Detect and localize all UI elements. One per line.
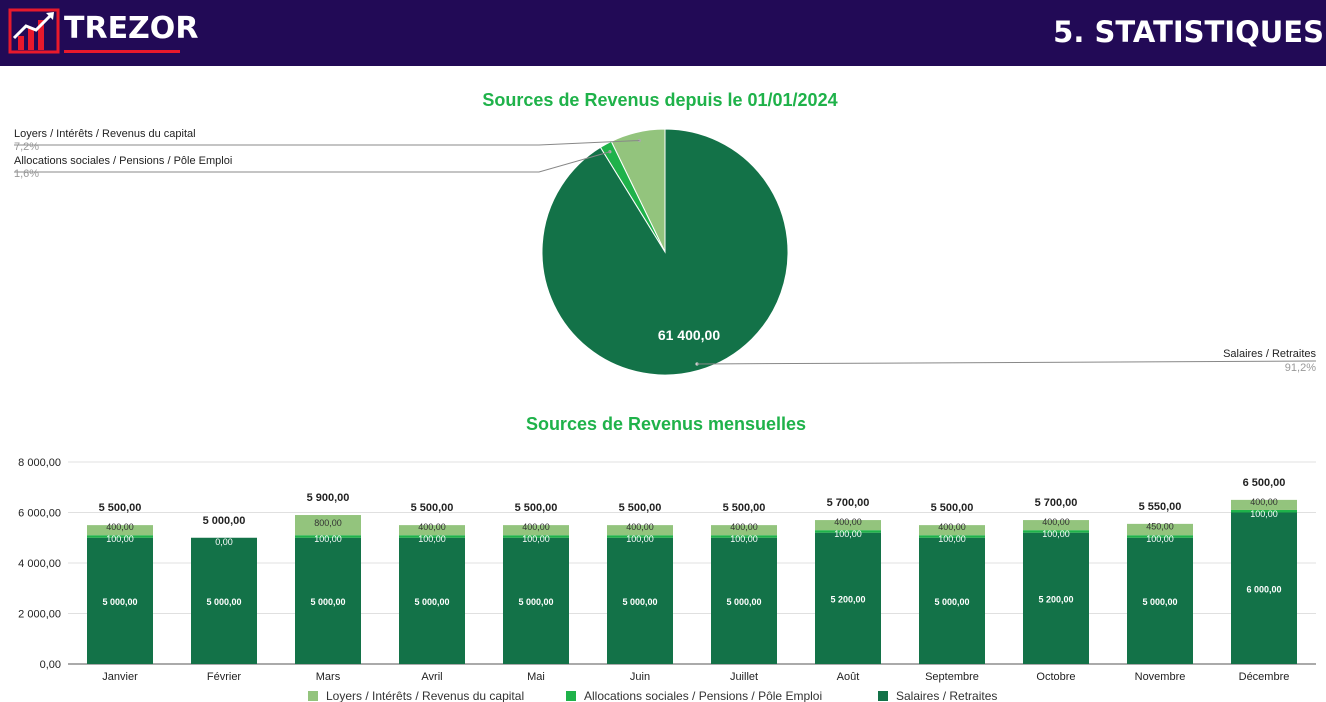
total-label: 5 700,00: [827, 497, 870, 509]
data-label: 5 000,00: [1142, 597, 1177, 607]
legend-swatch: [878, 691, 888, 701]
data-label: 5 000,00: [310, 597, 345, 607]
data-label: 100,00: [1250, 509, 1278, 519]
total-label: 6 500,00: [1243, 477, 1286, 489]
x-tick-label: Janvier: [102, 671, 138, 683]
total-label: 5 000,00: [203, 515, 246, 527]
data-label: 100,00: [314, 534, 342, 544]
data-label: 400,00: [418, 522, 446, 532]
total-label: 5 500,00: [515, 502, 558, 514]
data-label: 800,00: [314, 518, 342, 528]
data-label: 400,00: [730, 522, 758, 532]
legend-swatch: [566, 691, 576, 701]
pie-value-label: 61 400,00: [658, 327, 720, 343]
x-tick-label: Mai: [527, 671, 545, 683]
logo-text: TREZOR: [64, 11, 199, 46]
data-label: 400,00: [522, 522, 550, 532]
logo-chart-icon: [8, 8, 60, 54]
data-label: 400,00: [1042, 517, 1070, 527]
x-tick-label: Décembre: [1239, 671, 1290, 683]
total-label: 5 700,00: [1035, 497, 1078, 509]
pie-label-percent: 1,6%: [14, 168, 39, 180]
data-label: 100,00: [834, 529, 862, 539]
data-label: 100,00: [1042, 529, 1070, 539]
total-label: 5 550,00: [1139, 501, 1182, 513]
page-title: 5. STATISTIQUES: [1053, 15, 1324, 49]
data-label: 100,00: [522, 534, 550, 544]
data-label: 100,00: [106, 534, 134, 544]
total-label: 5 500,00: [99, 502, 142, 514]
total-label: 5 900,00: [307, 492, 350, 504]
data-label: 100,00: [1146, 534, 1174, 544]
data-label: 5 000,00: [726, 597, 761, 607]
x-tick-label: Mars: [316, 671, 341, 683]
data-label: 450,00: [1146, 522, 1174, 532]
x-tick-label: Juillet: [730, 671, 758, 683]
data-label: 100,00: [418, 534, 446, 544]
data-label: 5 000,00: [934, 597, 969, 607]
bar-chart-title: Sources de Revenus mensuelles: [525, 414, 807, 434]
x-tick-label: Juin: [630, 671, 650, 683]
pie-label-name: Salaires / Retraites: [1223, 348, 1316, 360]
data-label: 5 200,00: [830, 594, 865, 604]
x-tick-label: Novembre: [1135, 671, 1186, 683]
x-tick-label: Octobre: [1036, 671, 1075, 683]
y-tick-label: 8 000,00: [18, 457, 61, 469]
y-tick-label: 0,00: [40, 659, 61, 671]
y-tick-label: 4 000,00: [18, 558, 61, 570]
data-label: 0,00: [215, 537, 233, 547]
x-tick-label: Août: [837, 671, 860, 683]
total-label: 5 500,00: [723, 502, 766, 514]
x-tick-label: Septembre: [925, 671, 979, 683]
x-tick-label: Avril: [421, 671, 442, 683]
pie-label-percent: 91,2%: [1285, 362, 1316, 374]
data-label: 5 200,00: [1038, 594, 1073, 604]
data-label: 5 000,00: [622, 597, 657, 607]
data-label: 100,00: [938, 534, 966, 544]
y-tick-label: 6 000,00: [18, 508, 61, 520]
data-label: 6 000,00: [1246, 584, 1281, 594]
data-label: 100,00: [626, 534, 654, 544]
bar-chart: 0,00 2 000,00 4 000,00 6 000,00 8 000,00 5 00…: [18, 457, 1316, 702]
data-label: 400,00: [106, 522, 134, 532]
legend-label: Salaires / Retraites: [896, 689, 997, 702]
y-tick-label: 2 000,00: [18, 609, 61, 621]
data-label: 400,00: [1250, 497, 1278, 507]
app-header: TREZOR 5. STATISTIQUES: [0, 0, 1326, 66]
legend-label: Allocations sociales / Pensions / Pôle E…: [584, 689, 822, 702]
legend-label: Loyers / Intérêts / Revenus du capital: [326, 689, 524, 702]
x-tick-label: Février: [207, 671, 242, 683]
total-label: 5 500,00: [931, 502, 974, 514]
total-label: 5 500,00: [619, 502, 662, 514]
data-label: 5 000,00: [206, 597, 241, 607]
logo-underline: [64, 50, 180, 53]
data-label: 400,00: [834, 517, 862, 527]
data-label: 5 000,00: [518, 597, 553, 607]
data-label: 400,00: [626, 522, 654, 532]
data-label: 100,00: [730, 534, 758, 544]
pie-chart: Loyers / Intérêts / Revenus du capital7,…: [14, 128, 1317, 376]
data-label: 5 000,00: [102, 597, 137, 607]
total-label: 5 500,00: [411, 502, 454, 514]
pie-label-name: Allocations sociales / Pensions / Pôle E…: [14, 155, 232, 167]
data-label: 400,00: [938, 522, 966, 532]
leader-line: [14, 140, 640, 146]
leader-line: [696, 360, 1317, 365]
pie-label-name: Loyers / Intérêts / Revenus du capital: [14, 128, 196, 140]
pie-label-percent: 7,2%: [14, 141, 39, 153]
data-label: 5 000,00: [414, 597, 449, 607]
legend-swatch: [308, 691, 318, 701]
